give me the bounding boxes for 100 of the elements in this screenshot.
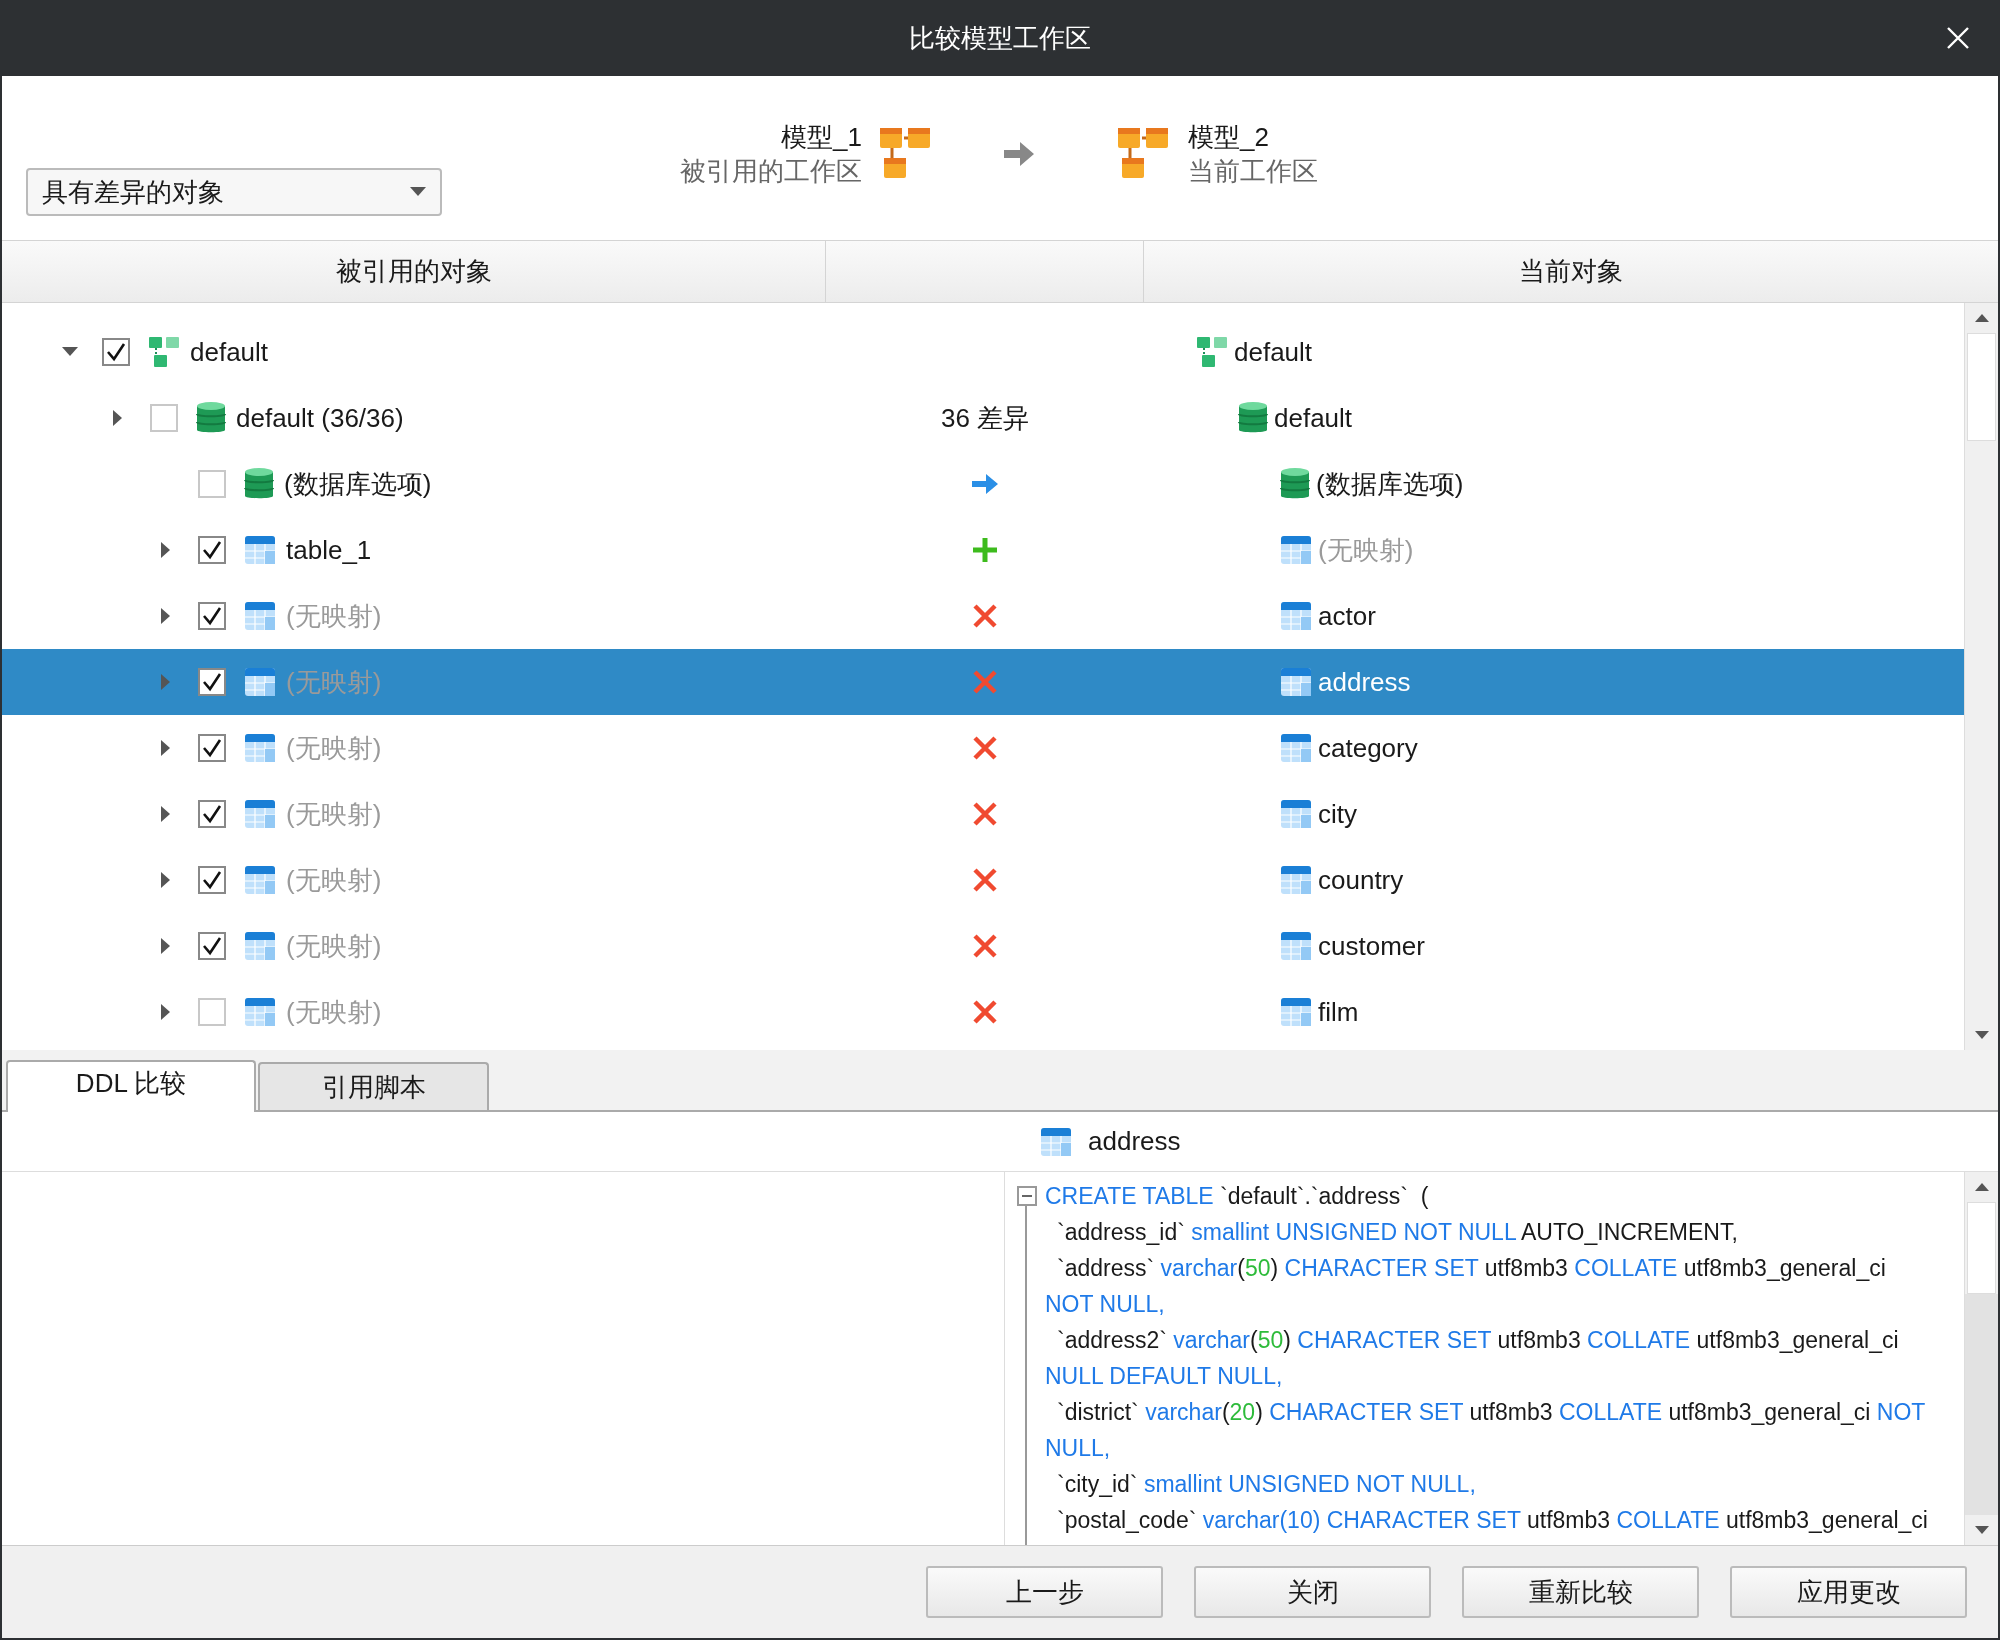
caret-right-icon[interactable] [161, 542, 171, 558]
table-icon [244, 931, 276, 961]
object-label: default [1274, 401, 1353, 435]
caret-right-icon[interactable] [161, 1004, 171, 1020]
dialog-button[interactable]: 上一步 [926, 1566, 1163, 1618]
arrow-icon [1004, 140, 1036, 168]
table-icon [244, 865, 276, 895]
filter-dropdown[interactable]: 具有差异的对象 [26, 168, 442, 216]
tree-row[interactable]: (无映射) film [2, 979, 1964, 1045]
table-icon [1280, 931, 1312, 961]
scrollbar[interactable] [1964, 1172, 1998, 1545]
checkbox[interactable] [198, 800, 226, 828]
object-name: address [1088, 1125, 1181, 1158]
table-icon [1280, 535, 1312, 565]
tree-row[interactable]: (无映射) customer [2, 913, 1964, 979]
checkbox[interactable] [102, 338, 130, 366]
scroll-up-icon[interactable] [1974, 1183, 1989, 1191]
scroll-down-icon[interactable] [1974, 1031, 1989, 1039]
checkbox[interactable] [198, 998, 226, 1026]
code-line: `district` varchar(20) CHARACTER SET utf8mb3 COLLATE utf8mb3_general_ci NOT [1057, 1397, 1926, 1427]
dialog-button[interactable]: 应用更改 [1730, 1566, 1967, 1618]
database-icon [1280, 467, 1310, 501]
tree-row[interactable]: (无映射) actor [2, 583, 1964, 649]
object-label: (数据库选项) [1316, 467, 1464, 501]
database-icon [196, 401, 226, 435]
tab[interactable]: DDL 比较 [6, 1060, 256, 1112]
code-line: `address2` varchar(50) CHARACTER SET utf8mb3 COLLATE utf8mb3_general_ci [1057, 1325, 1899, 1355]
table-icon [1280, 997, 1312, 1027]
scroll-down-icon[interactable] [1974, 1526, 1989, 1534]
caret-right-icon[interactable] [161, 806, 171, 822]
table-icon [244, 733, 276, 763]
caret-icon [410, 187, 426, 197]
tree-row[interactable]: (无映射) city [2, 781, 1964, 847]
checkbox[interactable] [198, 866, 226, 894]
tree-row[interactable]: default default [2, 319, 1964, 385]
object-label: (无映射) [286, 929, 382, 963]
scrollbar-thumb[interactable] [1967, 333, 1996, 441]
model-icon [148, 336, 180, 368]
code-line: NULL, [1045, 1433, 1111, 1463]
window-title: 比较模型工作区 [909, 21, 1091, 55]
object-label: (无映射) [286, 731, 382, 765]
caret-right-icon[interactable] [161, 872, 171, 888]
cross-icon [973, 736, 997, 760]
table-icon [1280, 601, 1312, 631]
source-model-caption: 被引用的工作区 [680, 155, 862, 188]
checkbox[interactable] [198, 536, 226, 564]
code-line: `address_id` smallint UNSIGNED NOT NULL AUTO_INCREMENT, [1057, 1217, 1738, 1247]
database-icon [1238, 401, 1268, 435]
plus-icon [972, 537, 998, 563]
difference-count: 36 差异 [940, 401, 1030, 435]
checkbox[interactable] [150, 404, 178, 432]
tree-row[interactable]: (无映射) category [2, 715, 1964, 781]
arrow-icon [971, 473, 999, 495]
table-icon [1280, 865, 1312, 895]
collapse-icon[interactable] [1017, 1186, 1037, 1206]
tab[interactable]: 引用脚本 [258, 1062, 489, 1110]
checkbox[interactable] [198, 668, 226, 696]
scrollbar[interactable] [1964, 303, 1998, 1050]
dialog-button[interactable]: 关闭 [1194, 1566, 1431, 1618]
caret-right-icon[interactable] [113, 410, 123, 426]
checkbox[interactable] [198, 602, 226, 630]
code-line: NOT NULL, [1045, 1289, 1165, 1319]
target-model-caption: 当前工作区 [1188, 155, 1318, 188]
tree-row[interactable]: default (36/36) 36 差异 default [2, 385, 1964, 451]
object-label: (无映射) [1318, 533, 1414, 567]
object-label: default [190, 335, 269, 369]
object-label: film [1318, 995, 1359, 1029]
column-header[interactable]: 当前对象 [1144, 241, 1998, 302]
table-icon [244, 535, 276, 565]
table-icon [1280, 733, 1312, 763]
close-icon [1946, 26, 1970, 50]
caret-right-icon[interactable] [161, 938, 171, 954]
code-line: CREATE TABLE `default`.`address` ( [1045, 1181, 1429, 1211]
code-line: `address` varchar(50) CHARACTER SET utf8mb3 COLLATE utf8mb3_general_ci [1057, 1253, 1886, 1283]
cross-icon [973, 934, 997, 958]
tree-row[interactable]: (无映射) country [2, 847, 1964, 913]
tree-row[interactable]: (数据库选项) (数据库选项) [2, 451, 1964, 517]
checkbox[interactable] [198, 932, 226, 960]
object-label: default (36/36) [236, 401, 404, 435]
dialog-button[interactable]: 重新比较 [1462, 1566, 1699, 1618]
code-line: `postal_code` varchar(10) CHARACTER SET utf8mb3 COLLATE utf8mb3_general_ci [1057, 1505, 1928, 1535]
database-icon [244, 467, 274, 501]
checkbox[interactable] [198, 734, 226, 762]
table-icon [244, 799, 276, 829]
column-header[interactable]: 被引用的对象 [2, 241, 826, 302]
checkbox[interactable] [198, 470, 226, 498]
cross-icon [973, 604, 997, 628]
cross-icon [973, 868, 997, 892]
tree-row[interactable]: (无映射) address [2, 649, 1964, 715]
scroll-up-icon[interactable] [1974, 314, 1989, 322]
object-label: (无映射) [286, 665, 382, 699]
caret-right-icon[interactable] [161, 740, 171, 756]
caret-down-icon[interactable] [62, 347, 78, 357]
object-label: category [1318, 731, 1418, 765]
scrollbar-thumb[interactable] [1967, 1202, 1996, 1294]
target-model-name: 模型_2 [1188, 121, 1269, 154]
object-label: default [1234, 335, 1313, 369]
tree-row[interactable]: table_1 (无映射) [2, 517, 1964, 583]
caret-right-icon[interactable] [161, 608, 171, 624]
table-icon [244, 601, 276, 631]
